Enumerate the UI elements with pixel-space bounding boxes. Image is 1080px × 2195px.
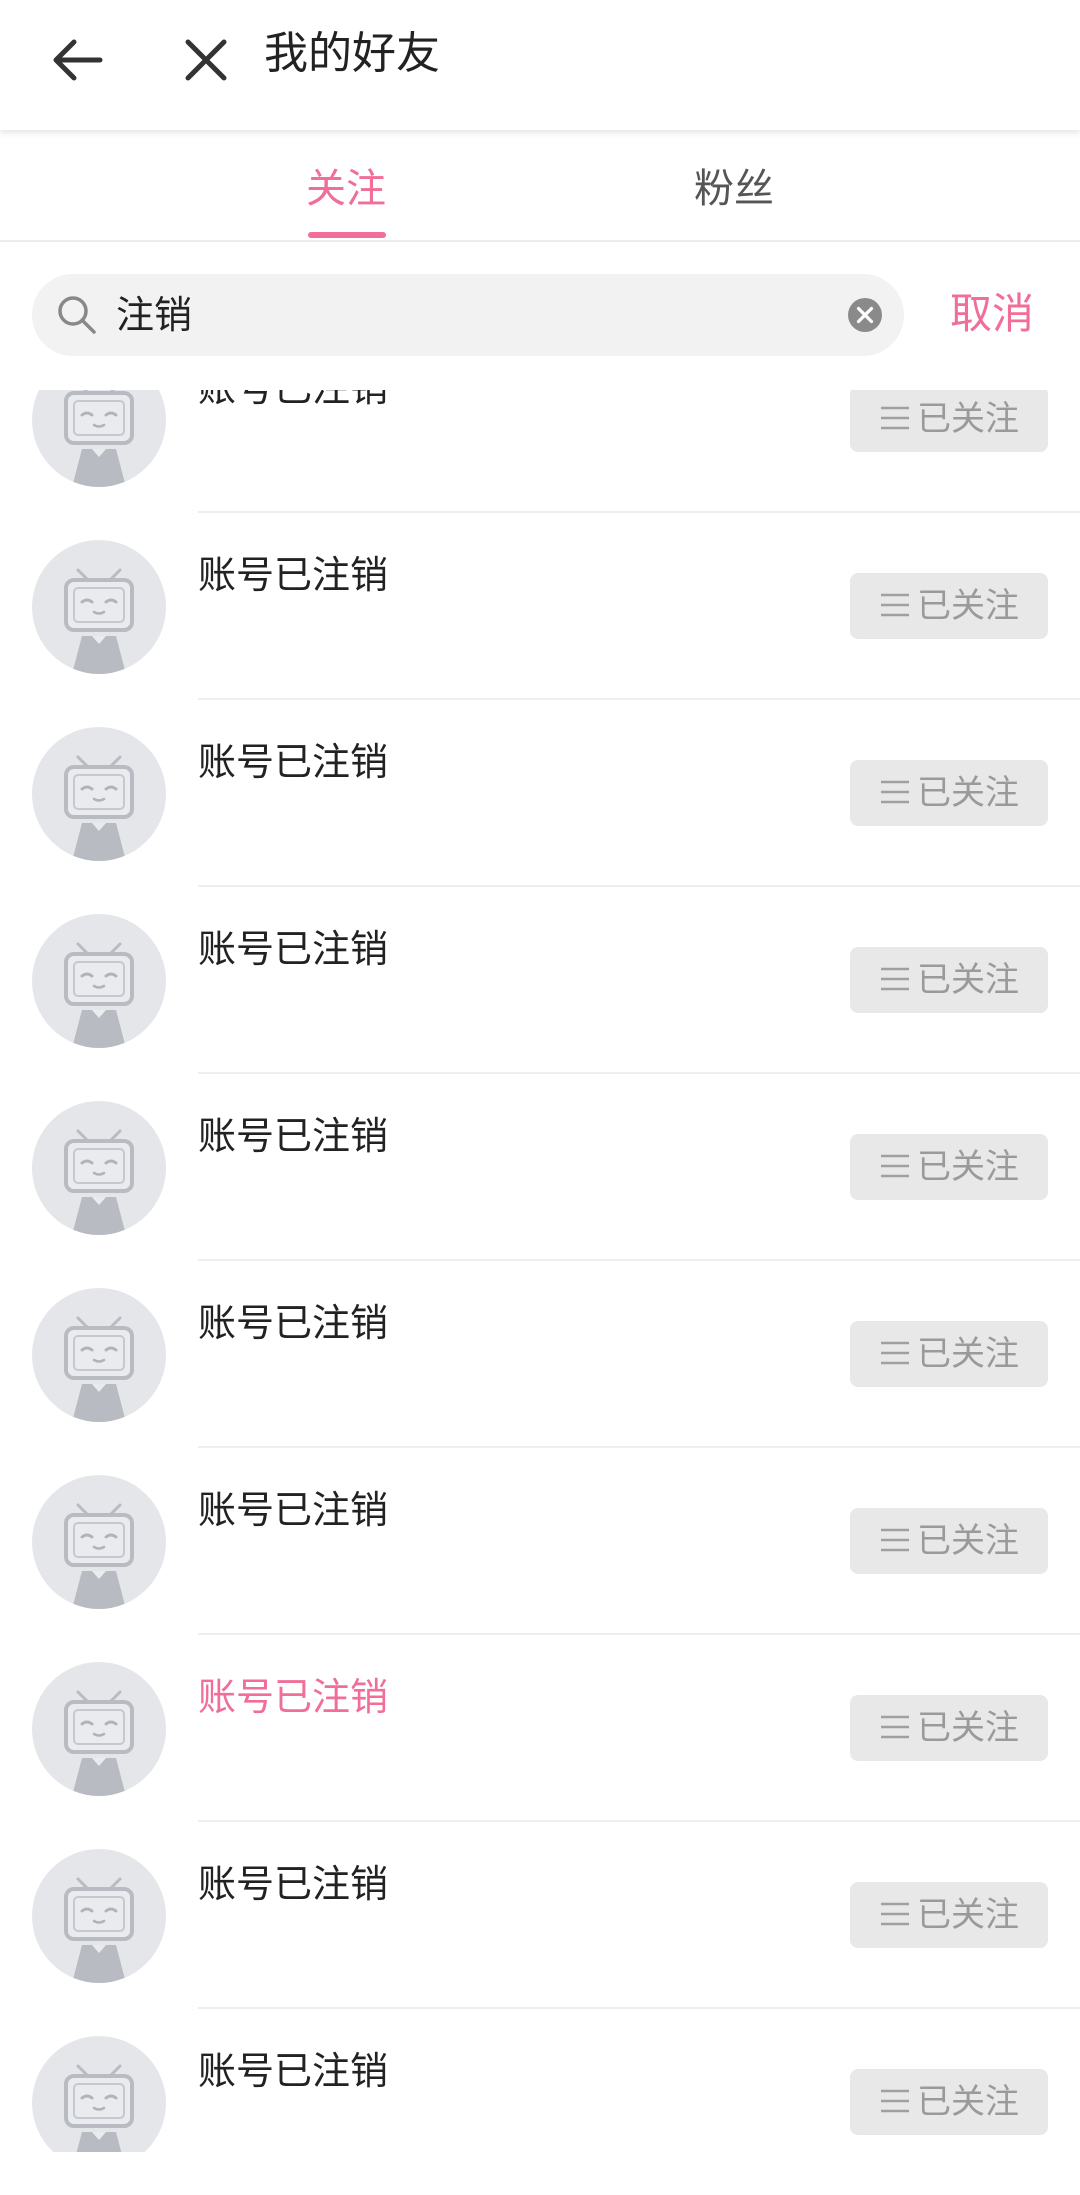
default-avatar-icon xyxy=(64,390,134,487)
followed-button[interactable]: 已关注 xyxy=(850,1695,1048,1761)
default-avatar-icon xyxy=(64,1690,134,1796)
default-avatar-icon xyxy=(64,1877,134,1983)
followed-label: 已关注 xyxy=(917,773,1019,813)
menu-icon xyxy=(881,1154,909,1177)
search-query[interactable]: 注销 xyxy=(116,288,192,342)
list-item[interactable]: 账号已注销已关注 xyxy=(0,1261,1080,1448)
menu-icon xyxy=(881,967,909,990)
user-name[interactable]: 账号已注销 xyxy=(198,736,388,788)
list-item[interactable]: 账号已注销已关注 xyxy=(0,1448,1080,1635)
close-icon xyxy=(185,39,227,81)
friend-list: 账号已注销已关注账号已注销已关注账号已注销已关注账号已注销已关注账号已注销已关注… xyxy=(0,390,1080,2152)
avatar[interactable] xyxy=(32,1101,166,1235)
followed-button[interactable]: 已关注 xyxy=(850,1134,1048,1200)
followed-label: 已关注 xyxy=(917,960,1019,1000)
menu-icon xyxy=(881,1902,909,1925)
followed-button[interactable]: 已关注 xyxy=(850,1321,1048,1387)
back-button[interactable] xyxy=(40,22,116,98)
list-item[interactable]: 账号已注销已关注 xyxy=(0,513,1080,700)
clear-icon[interactable] xyxy=(846,296,884,334)
followed-label: 已关注 xyxy=(917,1334,1019,1374)
followed-label: 已关注 xyxy=(917,1708,1019,1748)
avatar[interactable] xyxy=(32,914,166,1048)
avatar[interactable] xyxy=(32,727,166,861)
user-name[interactable]: 账号已注销 xyxy=(198,2045,388,2097)
tab-fans[interactable]: 粉丝 xyxy=(694,162,774,216)
user-name[interactable]: 账号已注销 xyxy=(198,390,388,414)
default-avatar-icon xyxy=(64,568,134,674)
user-name[interactable]: 账号已注销 xyxy=(198,549,388,601)
default-avatar-icon xyxy=(64,942,134,1048)
list-item[interactable]: 账号已注销已关注 xyxy=(0,2009,1080,2152)
list-item[interactable]: 账号已注销 已关注 xyxy=(0,390,1080,513)
tab-following[interactable]: 关注 xyxy=(306,162,386,216)
user-name[interactable]: 账号已注销 xyxy=(198,1297,388,1349)
menu-icon xyxy=(881,2089,909,2112)
close-button[interactable] xyxy=(168,22,244,98)
app-header: 我的好友 xyxy=(0,0,1080,130)
list-item[interactable]: 账号已注销已关注 xyxy=(0,1074,1080,1261)
followed-button[interactable]: 已关注 xyxy=(850,947,1048,1013)
user-name[interactable]: 账号已注销 xyxy=(198,1110,388,1162)
default-avatar-icon xyxy=(64,1129,134,1235)
user-name[interactable]: 账号已注销 xyxy=(198,1858,388,1910)
avatar[interactable] xyxy=(32,1288,166,1422)
avatar[interactable] xyxy=(32,1475,166,1609)
avatar[interactable] xyxy=(32,540,166,674)
avatar[interactable] xyxy=(32,1662,166,1796)
followed-button[interactable]: 已关注 xyxy=(850,573,1048,639)
followed-label: 已关注 xyxy=(917,2082,1019,2122)
avatar[interactable] xyxy=(32,1849,166,1983)
followed-label: 已关注 xyxy=(917,1147,1019,1187)
followed-button[interactable]: 已关注 xyxy=(850,1882,1048,1948)
list-item[interactable]: 账号已注销已关注 xyxy=(0,887,1080,1074)
user-name[interactable]: 账号已注销 xyxy=(198,923,388,975)
page-title: 我的好友 xyxy=(264,28,440,79)
menu-icon xyxy=(881,1715,909,1738)
followed-button[interactable]: 已关注 xyxy=(850,760,1048,826)
avatar[interactable] xyxy=(32,2036,166,2152)
user-name[interactable]: 账号已注销 xyxy=(198,1484,388,1536)
followed-button[interactable]: 已关注 xyxy=(850,2069,1048,2135)
menu-icon xyxy=(881,1341,909,1364)
default-avatar-icon xyxy=(64,1503,134,1609)
arrow-left-icon xyxy=(53,39,103,81)
user-name[interactable]: 账号已注销 xyxy=(198,1671,388,1723)
search-icon xyxy=(58,296,96,334)
default-avatar-icon xyxy=(64,1316,134,1422)
followed-button[interactable]: 已关注 xyxy=(850,1508,1048,1574)
cancel-button[interactable]: 取消 xyxy=(950,284,1034,344)
default-avatar-icon xyxy=(64,755,134,861)
menu-icon xyxy=(881,1528,909,1551)
menu-icon xyxy=(881,406,909,429)
menu-icon xyxy=(881,593,909,616)
search-input[interactable]: 注销 xyxy=(32,274,904,356)
followed-label: 已关注 xyxy=(917,1521,1019,1561)
menu-icon xyxy=(881,780,909,803)
list-item[interactable]: 账号已注销已关注 xyxy=(0,700,1080,887)
list-item[interactable]: 账号已注销已关注 xyxy=(0,1635,1080,1822)
tab-bar: 关注 粉丝 xyxy=(0,136,1080,242)
default-avatar-icon xyxy=(64,2064,134,2152)
followed-button[interactable]: 已关注 xyxy=(850,390,1048,452)
followed-label: 已关注 xyxy=(917,1895,1019,1935)
active-tab-indicator xyxy=(308,232,386,238)
list-item[interactable]: 账号已注销已关注 xyxy=(0,1822,1080,2009)
followed-label: 已关注 xyxy=(917,586,1019,626)
followed-label: 已关注 xyxy=(917,399,1019,439)
avatar[interactable] xyxy=(32,390,166,487)
